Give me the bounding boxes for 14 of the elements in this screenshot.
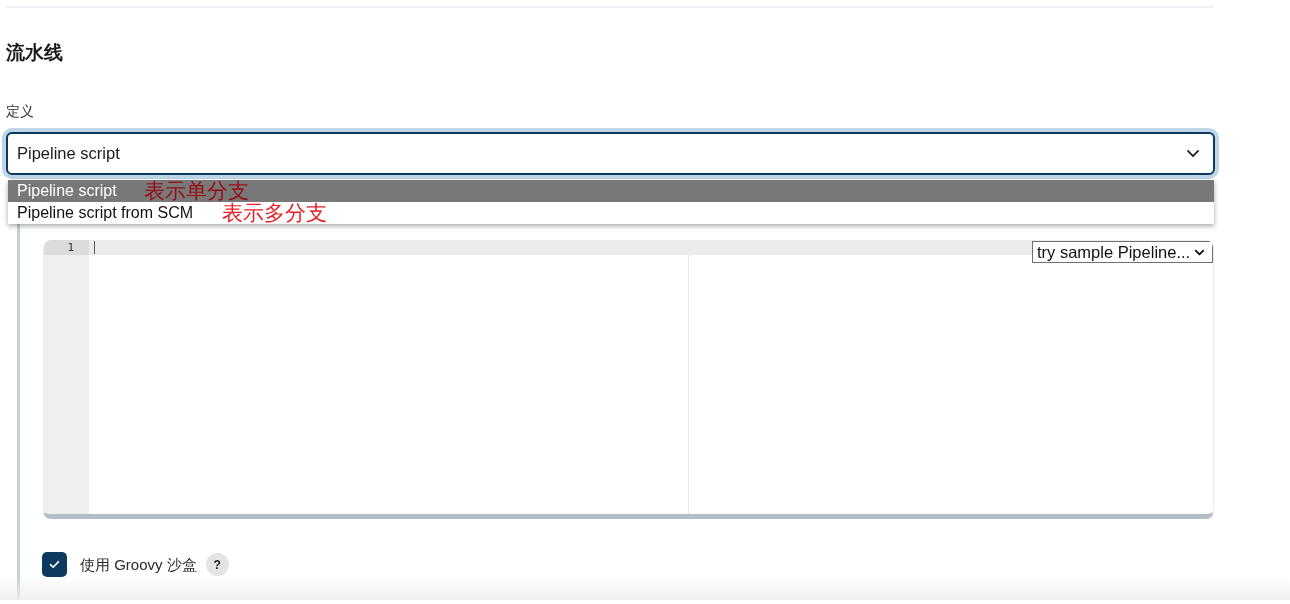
code-editor[interactable]: 1 try sample Pipeline... bbox=[43, 240, 1214, 519]
field-label: 定义 bbox=[6, 102, 35, 121]
chevron-down-icon bbox=[1187, 150, 1199, 157]
sample-select[interactable]: try sample Pipeline... bbox=[1032, 241, 1213, 263]
checkbox-label: 使用 Groovy 沙盒 bbox=[80, 554, 197, 575]
section-title: 流水线 bbox=[6, 41, 64, 65]
sandbox-checkbox[interactable] bbox=[42, 552, 67, 577]
annotation-text: 表示单分支 bbox=[144, 180, 249, 202]
annotation-text: 表示多分支 bbox=[222, 202, 327, 224]
check-icon bbox=[49, 560, 60, 569]
help-button[interactable]: ? bbox=[205, 553, 229, 576]
text-cursor bbox=[94, 241, 95, 254]
line-number: 1 bbox=[44, 240, 89, 255]
chevron-down-icon bbox=[1195, 249, 1205, 255]
